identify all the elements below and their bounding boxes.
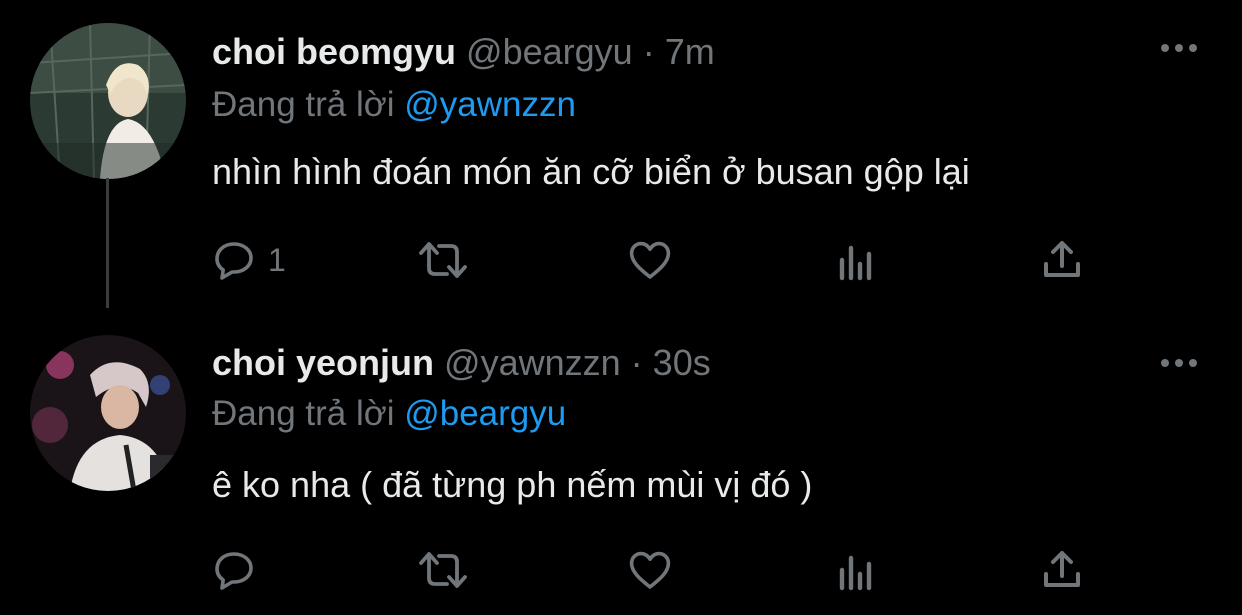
tweet[interactable]: choi yeonjun @yawnzzn · 30s Đang trả lời… [0,315,1242,615]
analytics-icon [839,555,872,591]
timestamp[interactable]: 30s [653,342,711,383]
share-button[interactable] [1038,545,1086,595]
analytics-button[interactable] [832,235,880,285]
reply-button[interactable]: 1 [210,235,286,285]
reply-icon [215,552,253,590]
avatar[interactable] [30,335,186,491]
mention-link[interactable]: @yawnzzn [404,85,576,124]
retweet-icon [419,552,467,588]
analytics-button[interactable] [832,545,880,595]
replying-to-label: Đang trả lời [212,394,395,433]
avatar[interactable] [30,23,186,179]
tweet-text: nhìn hình đoán món ăn cỡ biển ở busan gộ… [212,151,970,192]
mention-link[interactable]: @beargyu [404,394,566,433]
like-button[interactable] [626,235,674,285]
separator: · [642,31,655,72]
tweet-header: choi yeonjun @yawnzzn · 30s [212,341,711,385]
retweet-button[interactable] [415,545,471,595]
reply-icon [215,242,253,280]
display-name[interactable]: choi beomgyu [212,31,456,72]
action-bar [210,545,1110,595]
reply-button[interactable] [210,545,268,595]
share-icon [1044,241,1080,277]
user-handle[interactable]: @yawnzzn [444,342,621,383]
like-button[interactable] [626,545,674,595]
retweet-button[interactable] [415,235,471,285]
retweet-icon [419,242,467,278]
replying-to-label: Đang trả lời [212,85,395,124]
like-icon [629,241,671,279]
like-icon [629,551,671,589]
share-icon [1044,551,1080,587]
replying-to: Đang trả lời @yawnzzn [212,84,576,126]
separator: · [630,342,643,383]
tweet[interactable]: choi beomgyu @beargyu · 7m Đang trả lời … [0,0,1242,315]
display-name[interactable]: choi yeonjun [212,342,434,383]
tweet-header: choi beomgyu @beargyu · 7m [212,30,715,74]
replying-to: Đang trả lời @beargyu [212,393,566,435]
action-bar: 1 [210,235,1110,285]
more-icon[interactable] [1158,38,1200,58]
share-button[interactable] [1038,235,1086,285]
timestamp[interactable]: 7m [665,31,715,72]
user-handle[interactable]: @beargyu [466,31,633,72]
thread-line [106,178,109,308]
tweet-text: ê ko nha ( đã từng ph nếm mùi vị đó ) [212,464,813,505]
more-icon[interactable] [1158,353,1200,373]
reply-count: 1 [268,241,286,278]
analytics-icon [839,245,872,281]
